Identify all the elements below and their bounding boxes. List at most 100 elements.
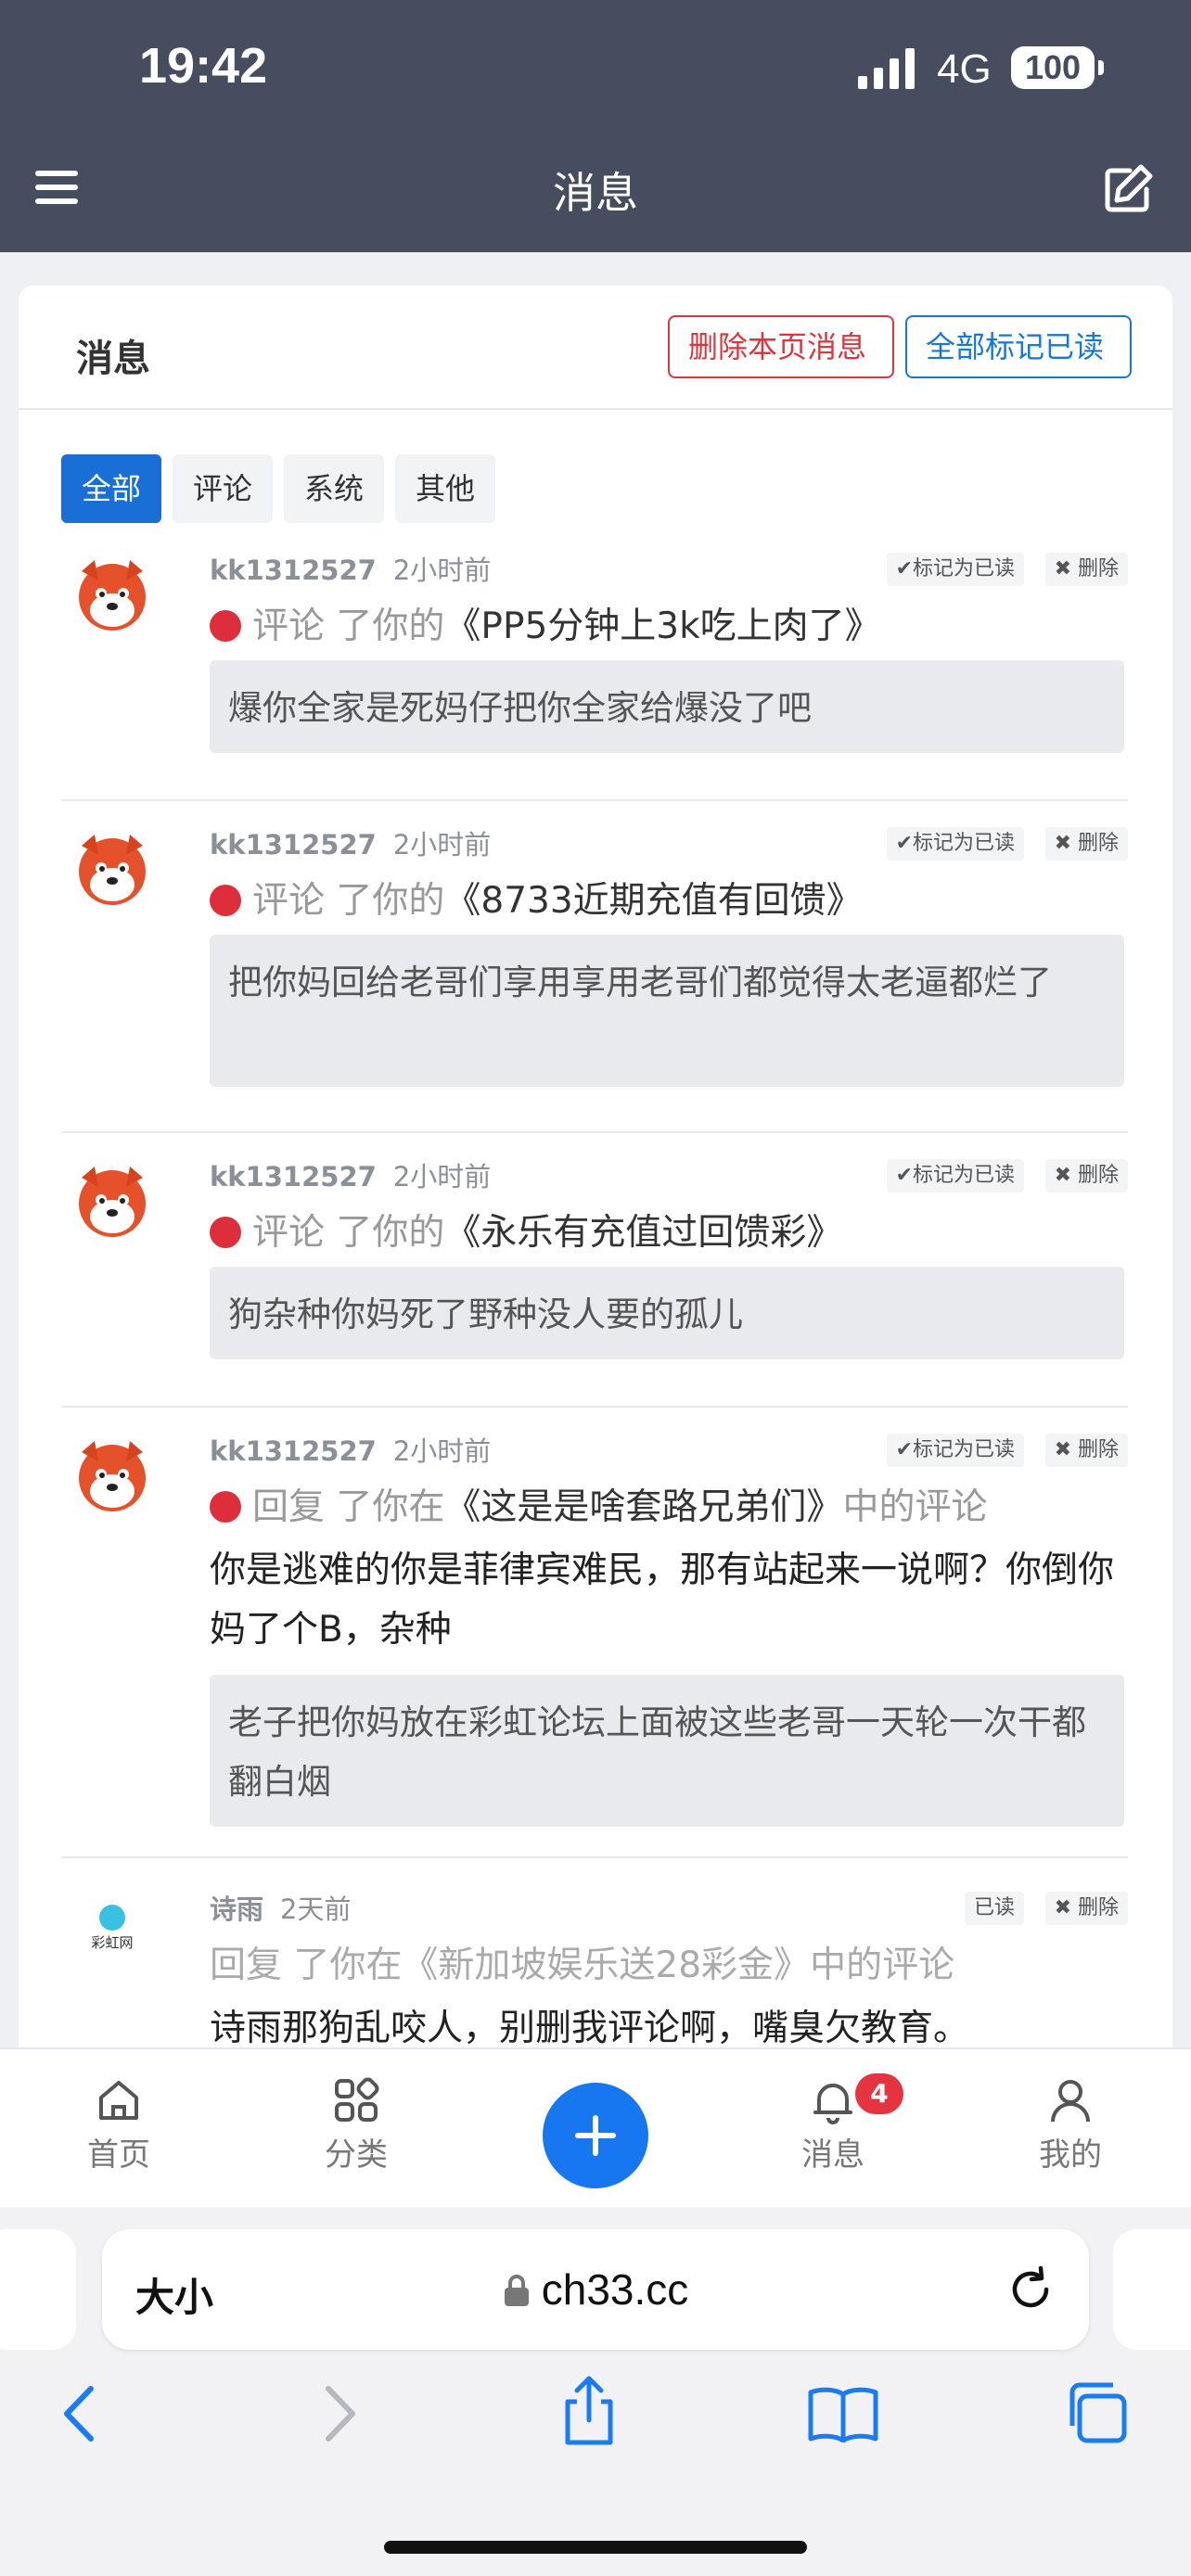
tab-me[interactable]: 我的 bbox=[996, 2075, 1145, 2174]
rainbow-logo-avatar[interactable]: 彩虹网 bbox=[70, 1892, 154, 1975]
post-title-link[interactable]: 《PP5分钟上3k吃上肉了》 bbox=[444, 606, 880, 647]
action-verb: 了你在 bbox=[325, 1486, 445, 1528]
page-title: 消息 bbox=[553, 168, 638, 218]
message-item: 彩虹网 诗雨 2天前 已读 ✖ 删除 回复 了你在《新加坡娱乐送28彩金》中的评论… bbox=[61, 1888, 1128, 2047]
read-status-label: 已读 bbox=[964, 1892, 1024, 1925]
delete-button[interactable]: ✖ 删除 bbox=[1044, 1434, 1128, 1467]
message-summary: 回复 了你在《这是是啥套路兄弟们》中的评论 bbox=[210, 1478, 987, 1530]
delete-page-messages-button[interactable]: 删除本页消息 bbox=[668, 315, 894, 378]
message-item: kk1312527 2小时前 ✔标记为已读 ✖ 删除 评论 了你的《PP5分钟上3… bbox=[61, 549, 1128, 801]
unread-dot-icon bbox=[210, 1491, 241, 1523]
compose-icon[interactable] bbox=[1102, 163, 1154, 215]
action-verb: 了你在 bbox=[282, 1945, 403, 1986]
reply-text: 诗雨那狗乱咬人，别删我评论啊，嘴臭欠教育。 bbox=[210, 2008, 970, 2047]
action-label: 回复 bbox=[252, 1486, 326, 1528]
home-indicator bbox=[384, 2541, 807, 2554]
tab-other[interactable]: 其他 bbox=[395, 454, 496, 523]
mark-read-button[interactable]: ✔标记为已读 bbox=[886, 1159, 1024, 1192]
mark-read-button[interactable]: ✔标记为已读 bbox=[886, 553, 1024, 586]
post-title-link[interactable]: 《永乐有充值过回馈彩》 bbox=[444, 1212, 842, 1254]
delete-button[interactable]: ✖ 删除 bbox=[1044, 827, 1128, 861]
message-meta: kk1312527 2小时前 bbox=[210, 549, 491, 588]
timestamp: 2小时前 bbox=[392, 1435, 492, 1467]
tab-category-label: 分类 bbox=[325, 2136, 388, 2174]
reply-text: 你是逃难的你是菲律宾难民，那有站起来一说啊？你倒你妈了个B，杂种 bbox=[210, 1549, 1115, 1651]
share-icon[interactable] bbox=[558, 2374, 620, 2448]
fox-avatar-icon[interactable] bbox=[70, 1434, 154, 1517]
tab-me-label: 我的 bbox=[1039, 2136, 1102, 2174]
next-tab-preview[interactable] bbox=[1113, 2229, 1191, 2350]
url-text: ch33.cc bbox=[102, 2264, 1089, 2315]
back-icon[interactable] bbox=[58, 2383, 104, 2444]
bell-icon bbox=[813, 2084, 852, 2124]
delete-button[interactable]: ✖ 删除 bbox=[1044, 1892, 1128, 1925]
action-suffix: 中的评论 bbox=[842, 1486, 988, 1528]
action-label: 评论 bbox=[252, 880, 326, 922]
mark-read-button[interactable]: ✔标记为已读 bbox=[886, 1434, 1024, 1467]
filter-tabs: 全部 评论 系统 其他 bbox=[61, 454, 506, 523]
timestamp: 2小时前 bbox=[392, 555, 492, 586]
message-summary: 回复 了你在《新加坡娱乐送28彩金》中的评论 bbox=[210, 1936, 954, 1988]
post-title-link[interactable]: 《8733近期充值有回馈》 bbox=[444, 880, 862, 922]
message-summary: 评论 了你的《PP5分钟上3k吃上肉了》 bbox=[210, 597, 881, 649]
timestamp: 2小时前 bbox=[392, 829, 492, 861]
mark-all-read-button[interactable]: 全部标记已读 bbox=[905, 315, 1132, 378]
action-verb: 了你的 bbox=[325, 606, 445, 647]
tab-comments[interactable]: 评论 bbox=[173, 454, 274, 523]
username[interactable]: kk1312527 bbox=[210, 1435, 377, 1467]
message-meta: 诗雨 2天前 bbox=[210, 1888, 351, 1927]
tab-system[interactable]: 系统 bbox=[284, 454, 385, 523]
action-label: 评论 bbox=[252, 1212, 326, 1254]
forward-icon[interactable] bbox=[315, 2383, 362, 2444]
tab-messages-label: 消息 bbox=[801, 2136, 864, 2174]
battery-icon: 100 bbox=[1011, 46, 1104, 89]
timestamp: 2天前 bbox=[280, 1894, 352, 1925]
message-item: kk1312527 2小时前 ✔标记为已读 ✖ 删除 评论 了你的《永乐有充值过回… bbox=[61, 1155, 1128, 1408]
reload-icon[interactable] bbox=[1004, 2263, 1057, 2316]
mark-read-button[interactable]: ✔标记为已读 bbox=[886, 827, 1024, 861]
tab-all[interactable]: 全部 bbox=[61, 454, 162, 523]
browser-toolbar: 大小 ch33.cc bbox=[0, 2207, 1191, 2576]
message-meta: kk1312527 2小时前 bbox=[210, 1155, 491, 1194]
quoted-text: 把你妈回给老哥们享用享用老哥们都觉得太老逼都烂了 bbox=[210, 935, 1124, 1087]
tabs-icon[interactable] bbox=[1063, 2379, 1130, 2446]
delete-button[interactable]: ✖ 删除 bbox=[1044, 553, 1128, 586]
message-meta: kk1312527 2小时前 bbox=[210, 1430, 491, 1469]
tab-home[interactable]: 首页 bbox=[45, 2075, 193, 2174]
quoted-text: 狗杂种你妈死了野种没人要的孤儿 bbox=[210, 1267, 1124, 1359]
username[interactable]: kk1312527 bbox=[210, 829, 377, 861]
card-title: 消息 bbox=[76, 338, 150, 380]
signal-icon bbox=[858, 48, 915, 89]
status-time: 19:42 bbox=[139, 38, 268, 94]
lock-icon bbox=[504, 2275, 529, 2306]
unread-dot-icon bbox=[210, 610, 241, 642]
action-label: 评论 bbox=[252, 606, 326, 647]
fox-avatar-icon[interactable] bbox=[70, 827, 154, 911]
avatar-logo-text: 彩虹网 bbox=[91, 1934, 133, 1951]
message-summary: 评论 了你的《永乐有充值过回馈彩》 bbox=[210, 1204, 842, 1256]
fox-avatar-icon[interactable] bbox=[70, 1159, 154, 1243]
post-title-link[interactable]: 《这是是啥套路兄弟们》 bbox=[444, 1486, 842, 1528]
url-domain: ch33.cc bbox=[541, 2265, 689, 2314]
create-post-button[interactable] bbox=[543, 2083, 648, 2188]
unread-dot-icon bbox=[210, 1217, 241, 1248]
delete-button[interactable]: ✖ 删除 bbox=[1044, 1159, 1128, 1192]
home-icon bbox=[99, 2081, 138, 2120]
username[interactable]: kk1312527 bbox=[210, 1161, 377, 1192]
username[interactable]: 诗雨 bbox=[210, 1894, 263, 1925]
message-meta: kk1312527 2小时前 bbox=[210, 823, 491, 862]
card-header: 消息 删除本页消息 全部标记已读 bbox=[19, 286, 1172, 410]
messages-card: 消息 删除本页消息 全部标记已读 全部 评论 系统 其他 kk1312527 2小… bbox=[19, 286, 1172, 2047]
top-bar: 19:42 4G 100 消息 bbox=[0, 0, 1191, 252]
plus-icon bbox=[575, 2115, 616, 2156]
username[interactable]: kk1312527 bbox=[210, 555, 377, 586]
action-label: 回复 bbox=[210, 1945, 283, 1986]
bookmarks-icon[interactable] bbox=[807, 2385, 879, 2442]
action-verb: 了你的 bbox=[325, 1212, 445, 1254]
address-bar[interactable]: 大小 ch33.cc bbox=[102, 2229, 1089, 2350]
post-title-link[interactable]: 《新加坡娱乐送28彩金》 bbox=[402, 1945, 810, 1986]
previous-tab-preview[interactable] bbox=[0, 2229, 76, 2350]
tab-home-label: 首页 bbox=[87, 2136, 150, 2174]
fox-avatar-icon[interactable] bbox=[70, 553, 154, 636]
tab-category[interactable]: 分类 bbox=[282, 2075, 430, 2174]
